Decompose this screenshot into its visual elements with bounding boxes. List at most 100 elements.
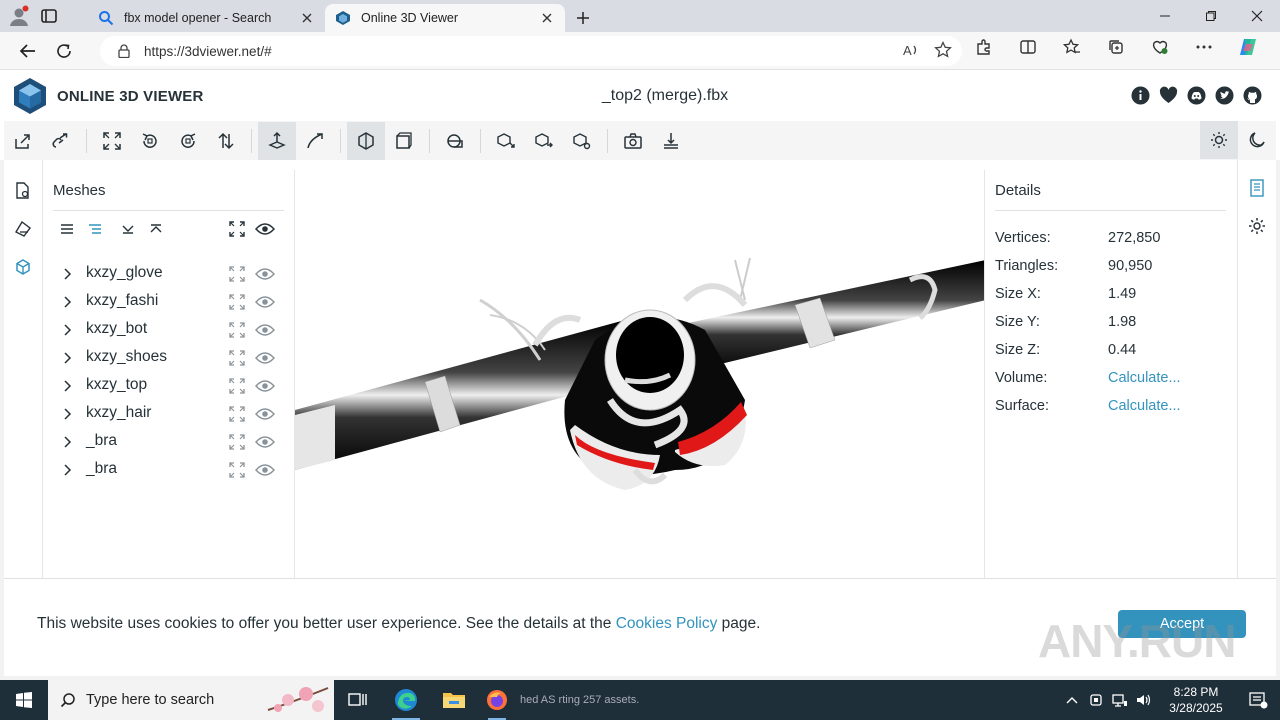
- 3d-viewport[interactable]: [294, 170, 985, 578]
- heart-icon[interactable]: [1159, 86, 1178, 105]
- discord-icon[interactable]: [1187, 86, 1206, 105]
- chevron-right-icon[interactable]: [60, 295, 74, 309]
- profile-icon[interactable]: [8, 5, 30, 27]
- tray-expand-icon[interactable]: [1060, 680, 1084, 720]
- visibility-eye-icon[interactable]: [255, 265, 275, 283]
- light-mode-button[interactable]: [1200, 121, 1238, 159]
- visibility-eye-icon[interactable]: [255, 405, 275, 423]
- tab-search[interactable]: fbx model opener - Search: [88, 4, 325, 32]
- network-icon[interactable]: [1108, 680, 1132, 720]
- extensions-icon[interactable]: [962, 32, 1006, 62]
- fix-up-vector-button[interactable]: [131, 122, 169, 160]
- settings-panel-button[interactable]: [1238, 207, 1276, 245]
- file-explorer-button[interactable]: [430, 680, 478, 720]
- notifications-icon[interactable]: [1236, 680, 1280, 720]
- open-file-button[interactable]: [4, 122, 42, 160]
- snapshot-button[interactable]: [614, 122, 652, 160]
- free-orbit-button[interactable]: [296, 122, 334, 160]
- chevron-right-icon[interactable]: [60, 435, 74, 449]
- minimize-button[interactable]: [1142, 0, 1188, 32]
- back-button[interactable]: [10, 36, 46, 66]
- browser-essentials-icon[interactable]: [1138, 32, 1182, 62]
- fit-mesh-icon[interactable]: [228, 461, 246, 479]
- details-panel-button[interactable]: [1238, 169, 1276, 207]
- fit-to-window-button[interactable]: [93, 122, 131, 160]
- visibility-eye-icon[interactable]: [255, 461, 275, 479]
- volume-icon[interactable]: [1132, 680, 1156, 720]
- read-aloud-icon[interactable]: A: [902, 41, 920, 59]
- fit-mesh-icon[interactable]: [228, 265, 246, 283]
- calculate-link[interactable]: Calculate...: [1108, 398, 1181, 414]
- twitter-icon[interactable]: [1215, 86, 1234, 105]
- share-button[interactable]: [525, 122, 563, 160]
- tree-view-icon[interactable]: [84, 218, 106, 240]
- measure-button[interactable]: [436, 122, 474, 160]
- fit-mesh-icon[interactable]: [228, 433, 246, 451]
- fixed-up-vector-button[interactable]: [258, 121, 296, 160]
- github-icon[interactable]: [1243, 86, 1262, 105]
- tab-actions-icon[interactable]: [40, 7, 58, 25]
- close-tab-icon[interactable]: [299, 10, 315, 26]
- close-window-button[interactable]: [1234, 0, 1280, 32]
- mesh-list-item[interactable]: kxzy_fashi: [44, 288, 294, 316]
- files-panel-button[interactable]: [4, 172, 42, 210]
- meshes-panel-button[interactable]: [4, 248, 42, 286]
- url-field[interactable]: https://3dviewer.net/# A: [100, 36, 962, 66]
- tab-3d-viewer[interactable]: Online 3D Viewer: [325, 4, 565, 32]
- visibility-eye-icon[interactable]: [255, 321, 275, 339]
- lock-icon[interactable]: [118, 44, 130, 58]
- model-render[interactable]: [295, 170, 985, 578]
- visibility-eye-icon[interactable]: [255, 293, 275, 311]
- visibility-eye-icon[interactable]: [255, 433, 275, 451]
- cookies-policy-link[interactable]: Cookies Policy: [616, 615, 718, 632]
- copilot-icon[interactable]: [1226, 32, 1270, 62]
- taskbar-search[interactable]: Type here to search: [48, 680, 334, 720]
- fit-mesh-icon[interactable]: [228, 293, 246, 311]
- mesh-list-item[interactable]: kxzy_glove: [44, 260, 294, 288]
- chevron-right-icon[interactable]: [60, 323, 74, 337]
- perspective-camera-button[interactable]: [347, 121, 385, 160]
- info-icon[interactable]: [1131, 86, 1150, 105]
- download-model-button[interactable]: [652, 122, 690, 160]
- close-tab-icon[interactable]: [539, 10, 555, 26]
- dark-mode-button[interactable]: [1238, 121, 1276, 159]
- split-screen-icon[interactable]: [1006, 32, 1050, 62]
- refresh-button[interactable]: [46, 36, 82, 66]
- visibility-eye-icon[interactable]: [255, 377, 275, 395]
- chevron-right-icon[interactable]: [60, 379, 74, 393]
- show-all-eye-icon[interactable]: [254, 218, 276, 240]
- flip-axis-button[interactable]: [207, 122, 245, 160]
- open-url-button[interactable]: [42, 122, 80, 160]
- edge-taskbar-button[interactable]: [382, 680, 430, 720]
- fit-mesh-icon[interactable]: [228, 405, 246, 423]
- collections-icon[interactable]: [1094, 32, 1138, 62]
- taskbar-app-status[interactable]: hed AS rting 257 assets.: [516, 680, 639, 720]
- chevron-right-icon[interactable]: [60, 463, 74, 477]
- settings-cube-button[interactable]: [563, 122, 601, 160]
- materials-panel-button[interactable]: [4, 210, 42, 248]
- device-icon[interactable]: [1084, 680, 1108, 720]
- fit-mesh-icon[interactable]: [228, 349, 246, 367]
- chevron-right-icon[interactable]: [60, 407, 74, 421]
- mesh-list-item[interactable]: _bra: [44, 456, 294, 484]
- flip-up-vector-button[interactable]: [169, 122, 207, 160]
- fit-mesh-icon[interactable]: [228, 377, 246, 395]
- chevron-right-icon[interactable]: [60, 351, 74, 365]
- mesh-list-item[interactable]: kxzy_top: [44, 372, 294, 400]
- start-button[interactable]: [0, 680, 48, 720]
- favorites-icon[interactable]: [1050, 32, 1094, 62]
- mesh-list-item[interactable]: kxzy_hair: [44, 400, 294, 428]
- mesh-list-item[interactable]: _bra: [44, 428, 294, 456]
- fit-mesh-icon[interactable]: [228, 321, 246, 339]
- chevron-right-icon[interactable]: [60, 267, 74, 281]
- mesh-list-item[interactable]: kxzy_shoes: [44, 344, 294, 372]
- task-view-button[interactable]: [334, 680, 382, 720]
- mesh-list-item[interactable]: kxzy_bot: [44, 316, 294, 344]
- calculate-link[interactable]: Calculate...: [1108, 370, 1181, 386]
- expand-all-icon[interactable]: [117, 218, 139, 240]
- fit-all-icon[interactable]: [226, 218, 248, 240]
- firefox-taskbar-button[interactable]: [478, 680, 516, 720]
- export-button[interactable]: [487, 122, 525, 160]
- new-tab-button[interactable]: [569, 4, 597, 32]
- favorite-star-icon[interactable]: [934, 41, 952, 59]
